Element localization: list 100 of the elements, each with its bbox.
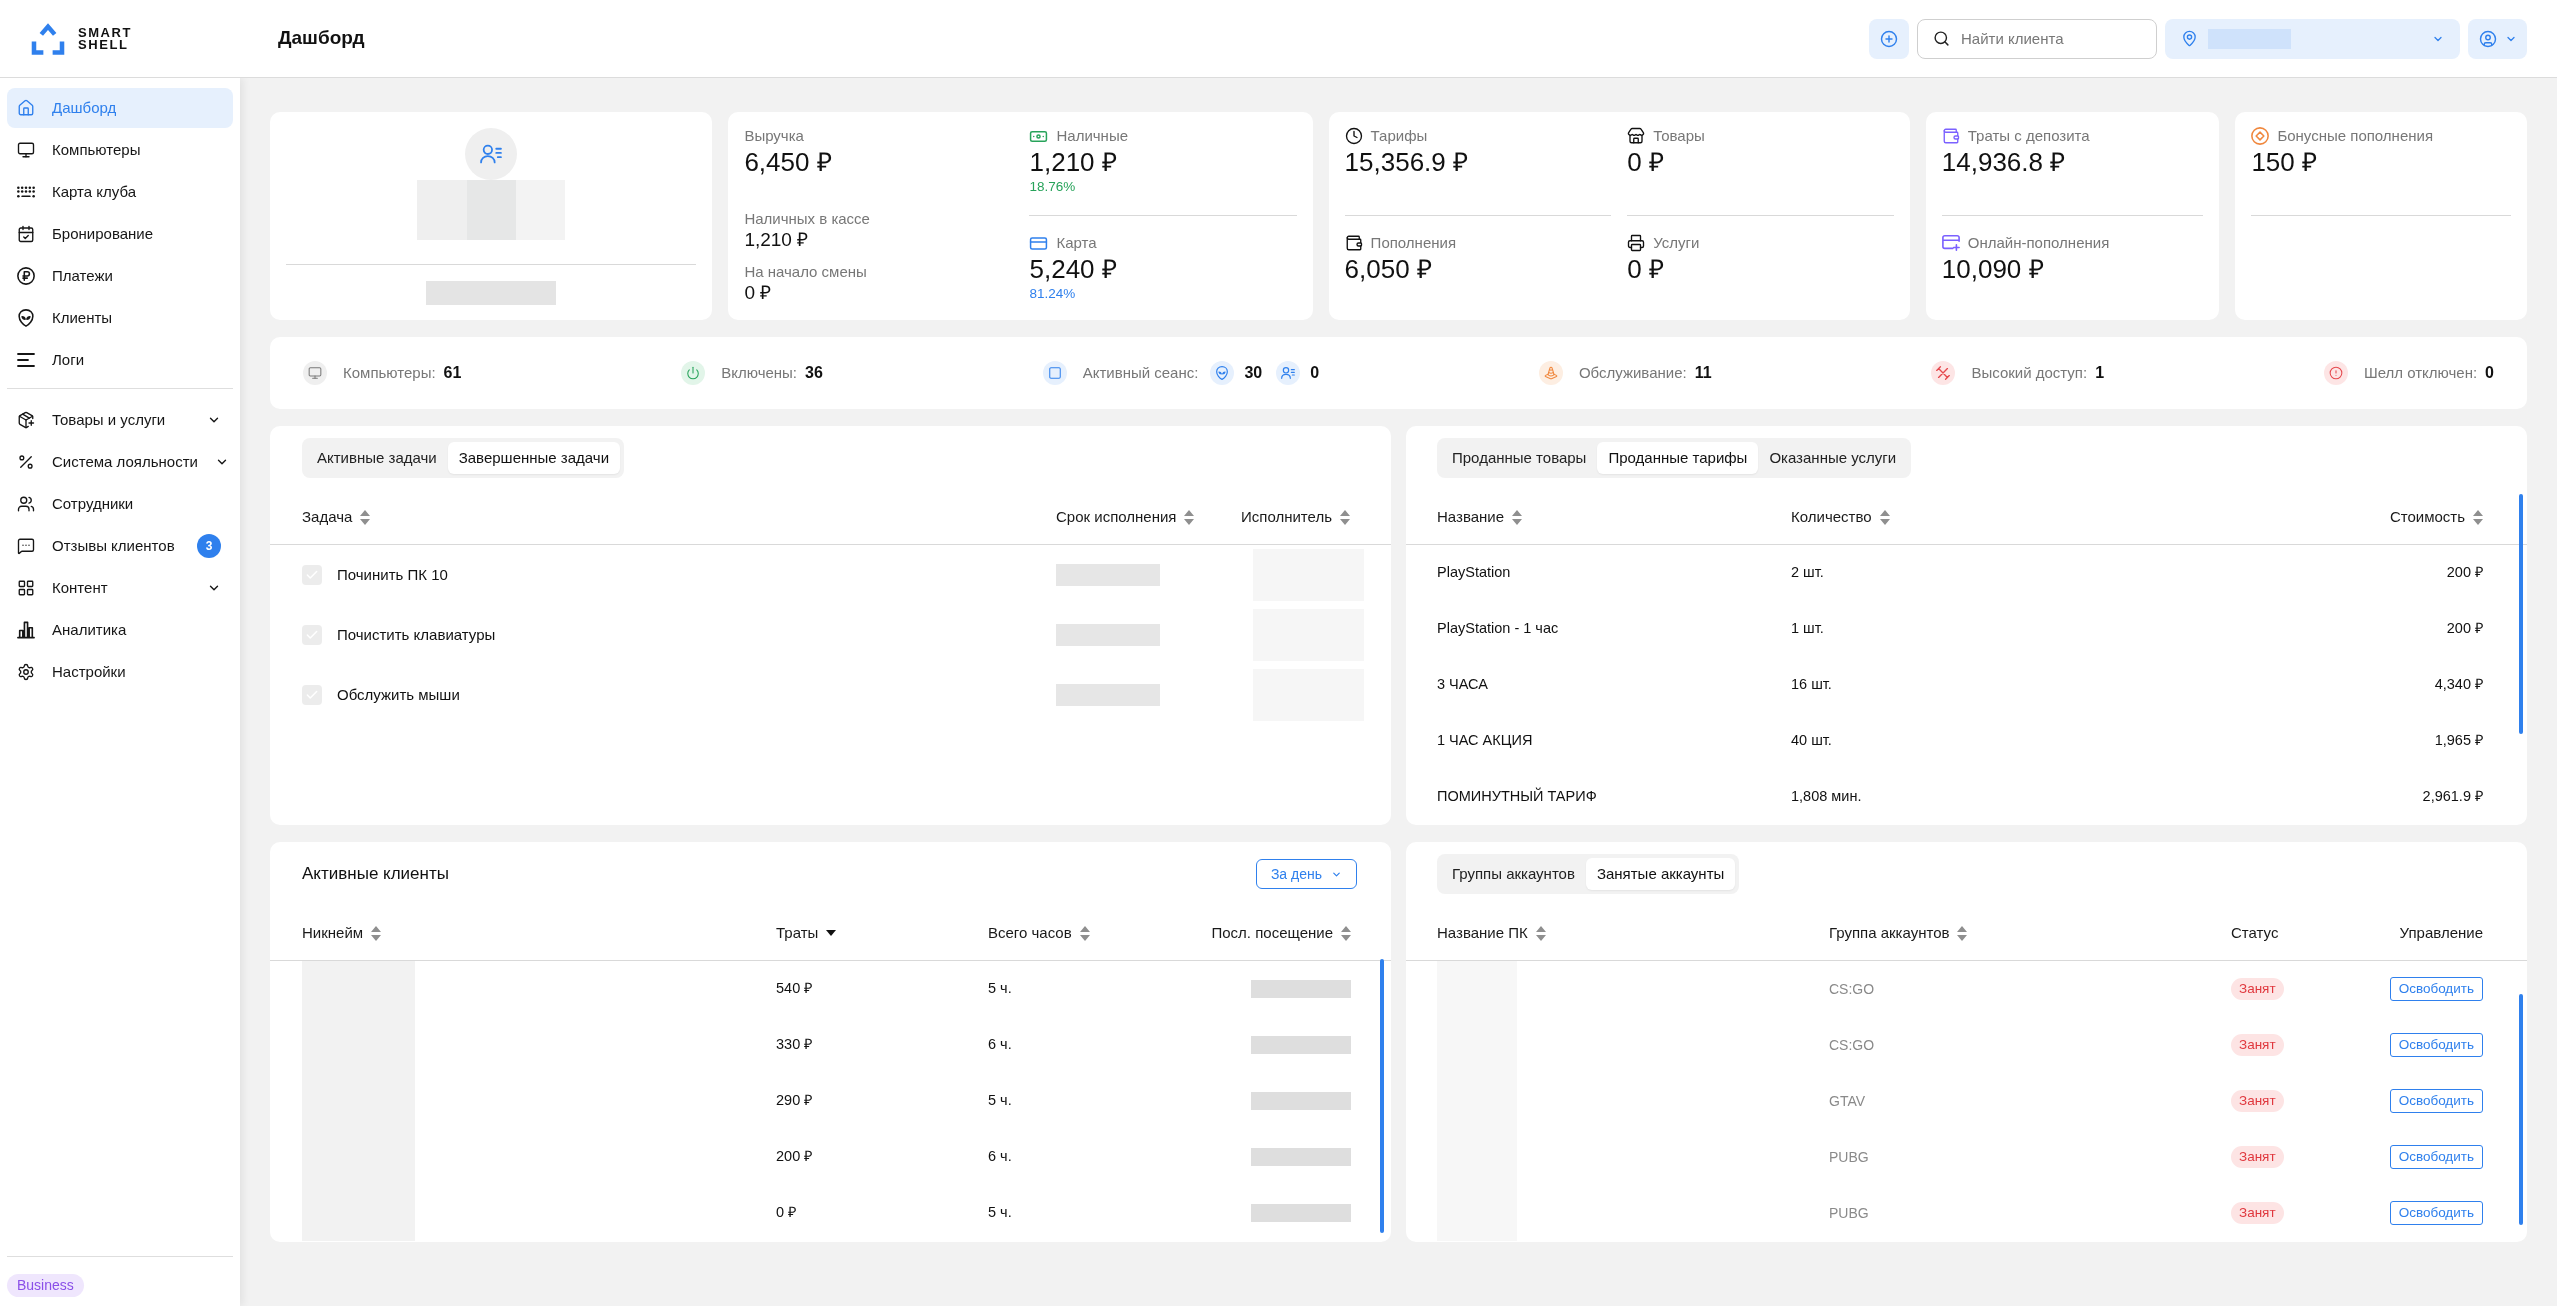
period-dropdown[interactable]: За день xyxy=(1255,859,1357,889)
table-cell-text: 6 ч. xyxy=(988,1147,1012,1167)
metric-label: Выручка xyxy=(744,126,804,146)
release-button[interactable]: Освободить xyxy=(2389,1145,2483,1169)
column-header[interactable]: Всего часов xyxy=(988,921,1090,945)
metric-value: 0 ₽ xyxy=(1627,146,1664,178)
column-header[interactable]: Исполнитель xyxy=(1241,505,1350,529)
column-header[interactable]: Количество xyxy=(1791,505,1890,529)
nav-item[interactable]: Компьютеры xyxy=(7,130,233,170)
column-header[interactable]: Срок исполнения xyxy=(1056,505,1195,529)
table-cell-text: 3 ЧАСА xyxy=(1437,675,1488,695)
table-cell-text: 5 ч. xyxy=(988,1091,1012,1111)
user-circle-icon xyxy=(2478,29,2497,48)
metric-value: 15,356.9 ₽ xyxy=(1344,146,1469,178)
scrollbar-thumb[interactable] xyxy=(1380,959,1384,1233)
table-cell-text: 200 ₽ xyxy=(2446,563,2483,583)
release-button[interactable]: Освободить xyxy=(2389,1033,2483,1057)
nav-item[interactable]: Логи xyxy=(7,340,233,380)
tab[interactable]: Завершенные задачи xyxy=(447,442,621,474)
wallet-icon xyxy=(1941,127,1960,145)
metric-label: Траты с депозита xyxy=(1967,125,2090,146)
users-icon xyxy=(17,495,35,513)
status-value: 36 xyxy=(805,363,823,383)
wallet-icon xyxy=(1344,234,1363,252)
status-value: 0 xyxy=(2485,363,2494,383)
user-list-icon xyxy=(1276,361,1301,385)
profile-button[interactable] xyxy=(2468,18,2527,59)
column-header[interactable]: Посл. посещение xyxy=(1211,921,1351,945)
metric-value: 5,240 ₽ xyxy=(1029,253,1117,285)
nav-item[interactable]: Платежи xyxy=(7,256,233,296)
status-badge: Занят xyxy=(2231,1146,2284,1168)
map-pin-icon xyxy=(2181,30,2198,47)
nav-item[interactable]: Аналитика xyxy=(7,610,233,650)
column-header[interactable]: Группа аккаунтов xyxy=(1829,921,1968,945)
detail-value: 0 ₽ xyxy=(744,282,772,304)
table-cell-text: 1,965 ₽ xyxy=(2434,731,2483,751)
table-cell-text: 200 ₽ xyxy=(776,1147,813,1167)
metric-label: Пополнения xyxy=(1370,232,1457,253)
store-icon xyxy=(1627,127,1646,145)
add-button[interactable] xyxy=(1869,18,1909,59)
nav-item[interactable]: Система лояльности xyxy=(7,442,233,482)
detail-label: На начало смены xyxy=(744,262,867,282)
tab[interactable]: Занятые аккаунты xyxy=(1585,858,1736,890)
column-header[interactable]: Задача xyxy=(302,505,371,529)
bar-chart-icon xyxy=(17,621,35,639)
column-header[interactable]: Название xyxy=(1437,505,1523,529)
status-label: Активный сеанс: xyxy=(1082,362,1199,383)
nav-item[interactable]: Бронирование xyxy=(7,214,233,254)
table-cell-text: 4,340 ₽ xyxy=(2434,675,2483,695)
nav-item[interactable]: Сотрудники xyxy=(7,484,233,524)
tab[interactable]: Проданные тарифы xyxy=(1597,442,1759,474)
nav-item[interactable]: Клиенты xyxy=(7,298,233,338)
table-cell-text: 1,808 мин. xyxy=(1791,787,1862,807)
nav-item[interactable]: Товары и услуги xyxy=(7,400,233,440)
status-value: 30 xyxy=(1244,363,1263,383)
table-cell-text: PUBG xyxy=(1829,1147,1869,1167)
column-header[interactable]: Стоимость xyxy=(2389,505,2483,529)
tab[interactable]: Активные задачи xyxy=(306,442,448,474)
table-cell-text: 40 шт. xyxy=(1791,731,1832,751)
printer-icon xyxy=(1627,234,1646,252)
status-badge: Занят xyxy=(2231,1090,2284,1112)
share-percent: 81.24% xyxy=(1029,285,1076,303)
tab[interactable]: Оказанные услуги xyxy=(1758,442,1908,474)
metric-value: 6,050 ₽ xyxy=(1344,253,1432,285)
box-plus-icon xyxy=(17,411,35,429)
nav-item[interactable]: Отзывы клиентов 3 xyxy=(7,526,233,566)
nav-item[interactable]: Контент xyxy=(7,568,233,608)
table-cell-text: 0 ₽ xyxy=(776,1203,797,1223)
alert-icon xyxy=(2323,361,2348,385)
column-header[interactable]: Никнейм xyxy=(302,921,382,945)
scrollbar-thumb[interactable] xyxy=(2519,494,2523,734)
tab[interactable]: Проданные товары xyxy=(1441,442,1598,474)
location-select[interactable] xyxy=(2165,18,2460,59)
column-header[interactable]: Название ПК xyxy=(1437,921,1546,945)
alien-icon xyxy=(1210,361,1235,385)
traffic-cone-icon xyxy=(1538,361,1563,385)
release-button[interactable]: Освободить xyxy=(2389,977,2483,1001)
status-label: Компьютеры: xyxy=(343,362,436,383)
search-field[interactable]: Найти клиента xyxy=(1917,18,2157,59)
chat-icon xyxy=(17,537,35,555)
column-header: Управление xyxy=(2399,922,2483,943)
tab[interactable]: Группы аккаунтов xyxy=(1441,858,1586,890)
grid-icon xyxy=(17,579,35,597)
coin-icon xyxy=(2251,127,2270,145)
table-cell-text: 290 ₽ xyxy=(776,1091,813,1111)
status-label: Обслуживание: xyxy=(1578,362,1687,383)
detail-label: Наличных в кассе xyxy=(744,209,870,229)
metric-value: 150 ₽ xyxy=(2251,146,2317,178)
metric-label: Бонусные пополнения xyxy=(2277,125,2434,146)
release-button[interactable]: Освободить xyxy=(2389,1089,2483,1113)
status-label: Шелл отключен: xyxy=(2363,362,2478,383)
nav-item[interactable]: Настройки xyxy=(7,652,233,692)
release-button[interactable]: Освободить xyxy=(2389,1201,2483,1225)
table-cell-text: 6 ч. xyxy=(988,1035,1012,1055)
column-header[interactable]: Траты xyxy=(776,921,837,945)
nav-item[interactable]: Карта клуба xyxy=(7,172,233,212)
table-cell-text: GTAV xyxy=(1829,1091,1866,1111)
square-icon xyxy=(1042,361,1067,385)
share-percent: 18.76% xyxy=(1029,178,1076,196)
scrollbar-thumb[interactable] xyxy=(2519,994,2523,1225)
